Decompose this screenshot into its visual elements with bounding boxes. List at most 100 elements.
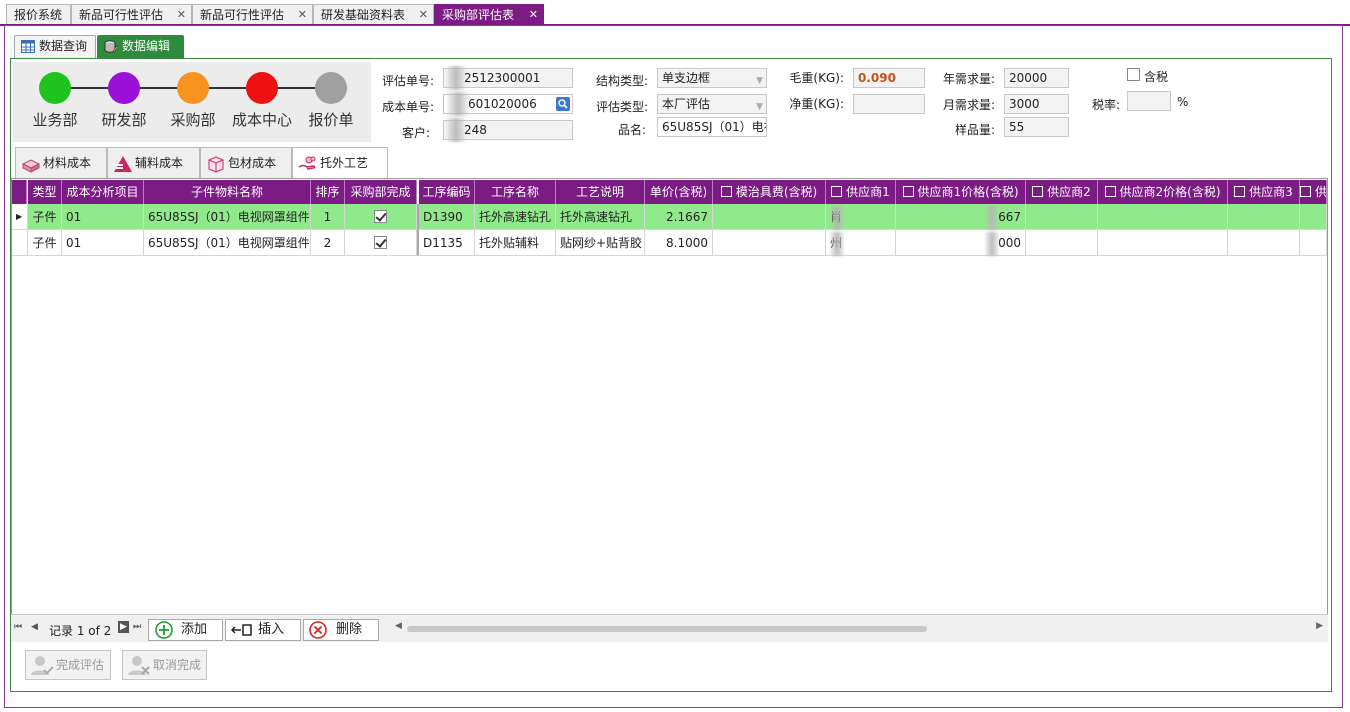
cell-proc-name[interactable]: 托外高速钻孔 bbox=[475, 204, 556, 230]
column-header[interactable]: 工序编码 bbox=[417, 180, 475, 204]
doc-tab-rd-basic-data[interactable]: 研发基础资料表 ✕ bbox=[313, 4, 434, 25]
next-record-icon[interactable]: ▶ bbox=[118, 621, 129, 633]
column-header-label: 类型 bbox=[32, 185, 57, 199]
column-header[interactable]: 类型 bbox=[28, 180, 62, 204]
cell-sup2-price[interactable] bbox=[1098, 204, 1228, 230]
purchase-done-checkbox[interactable] bbox=[374, 236, 387, 249]
cell-sup1-price[interactable]: 667 bbox=[896, 204, 1026, 230]
scroll-thumb[interactable] bbox=[407, 626, 927, 632]
cancel-complete-button[interactable]: 取消完成 bbox=[122, 650, 207, 680]
step-label-cost-center: 成本中心 bbox=[231, 111, 292, 129]
cell-sup3[interactable] bbox=[1228, 204, 1300, 230]
column-header[interactable]: 供应商1价格(含税) bbox=[896, 180, 1026, 204]
delete-button[interactable]: 删除 bbox=[303, 619, 379, 641]
insert-label: 插入 bbox=[258, 622, 285, 637]
column-header[interactable]: 模治具费(含税) bbox=[713, 180, 826, 204]
column-header[interactable]: 工序名称 bbox=[475, 180, 556, 204]
cost-no-label: 成本单号: bbox=[381, 100, 434, 114]
workflow-progress: 业务部 研发部 采购部 成本中心 报价单 bbox=[13, 62, 371, 142]
column-header[interactable]: 供应商3 bbox=[1228, 180, 1300, 204]
product-name-field[interactable]: 65U85SJ（01）电视 bbox=[657, 117, 767, 137]
cell-seq[interactable]: 1 bbox=[311, 204, 345, 230]
insert-button[interactable]: 插入 bbox=[225, 619, 301, 641]
cell-item[interactable]: 01 bbox=[62, 204, 144, 230]
cell-sup1-price[interactable]: 000 bbox=[896, 230, 1026, 256]
cell-type[interactable]: 子件 bbox=[28, 204, 62, 230]
cell-mold-fee[interactable] bbox=[713, 230, 826, 256]
scroll-right-icon[interactable]: ▶ bbox=[1316, 621, 1323, 631]
tab-auxiliary-cost[interactable]: 辅料成本 bbox=[107, 147, 200, 179]
doc-tab-quote-system[interactable]: 报价系统 bbox=[6, 4, 71, 25]
scroll-left-icon[interactable]: ◀ bbox=[395, 621, 402, 631]
column-header[interactable]: 工艺说明 bbox=[556, 180, 645, 204]
redaction-blur bbox=[830, 206, 844, 230]
cell-sup2[interactable] bbox=[1026, 204, 1098, 230]
doc-tab-new-product-eval-1[interactable]: 新品可行性评估 ✕ bbox=[71, 4, 192, 25]
cell-proc-name[interactable]: 托外贴辅料 bbox=[475, 230, 556, 256]
column-header[interactable]: 排序 bbox=[311, 180, 345, 204]
row-indicator[interactable] bbox=[12, 230, 28, 256]
doc-tab-label: 采购部评估表 bbox=[442, 8, 515, 22]
structure-type-select[interactable]: 单支边框 ▼ bbox=[657, 68, 767, 88]
last-record-icon[interactable]: ⏭ bbox=[133, 622, 141, 632]
doc-tab-purchasing-eval[interactable]: 采购部评估表 ✕ bbox=[434, 4, 544, 25]
cell-sup2[interactable] bbox=[1026, 230, 1098, 256]
cell-sup3-price[interactable] bbox=[1300, 204, 1327, 230]
cell-price[interactable]: 2.1667 bbox=[645, 204, 713, 230]
cell-seq[interactable]: 2 bbox=[311, 230, 345, 256]
cell-proc-code[interactable]: D1390 bbox=[417, 204, 475, 230]
cell-done[interactable] bbox=[345, 230, 417, 256]
close-icon[interactable]: ✕ bbox=[177, 5, 186, 25]
tab-material-cost[interactable]: 材料成本 bbox=[15, 147, 107, 179]
horizontal-scrollbar[interactable]: ◀ ▶ bbox=[395, 621, 1323, 635]
column-header[interactable]: 供应商2 bbox=[1026, 180, 1098, 204]
column-header[interactable]: 供应商1 bbox=[826, 180, 896, 204]
close-icon[interactable]: ✕ bbox=[529, 5, 538, 25]
user-cancel-icon bbox=[128, 656, 150, 675]
gross-weight-field[interactable]: 0.090 bbox=[853, 68, 925, 88]
tax-rate-field[interactable] bbox=[1127, 91, 1171, 111]
cell-item[interactable]: 01 bbox=[62, 230, 144, 256]
doc-tab-new-product-eval-2[interactable]: 新品可行性评估 ✕ bbox=[192, 4, 313, 25]
column-header[interactable]: 子件物料名称 bbox=[144, 180, 311, 204]
tab-packaging-cost[interactable]: 包材成本 bbox=[200, 147, 292, 179]
column-header[interactable]: 供应商2价格(含税) bbox=[1098, 180, 1228, 204]
cell-proc-code[interactable]: D1135 bbox=[417, 230, 475, 256]
cell-material[interactable]: 65U85SJ（01）电视网罩组件 bbox=[144, 230, 311, 256]
tab-data-edit[interactable]: 数据编辑 bbox=[97, 35, 184, 58]
complete-eval-button[interactable]: 完成评估 bbox=[25, 650, 111, 680]
step-label-sales: 业务部 bbox=[32, 111, 78, 129]
cell-proc-desc[interactable]: 贴网纱+贴背胶 bbox=[556, 230, 645, 256]
row-indicator[interactable]: ▶ bbox=[12, 204, 28, 230]
column-header[interactable]: 单价(含税) bbox=[645, 180, 713, 204]
cell-material[interactable]: 65U85SJ（01）电视网罩组件 bbox=[144, 204, 311, 230]
cell-price[interactable]: 8.1000 bbox=[645, 230, 713, 256]
cell-type[interactable]: 子件 bbox=[28, 230, 62, 256]
column-header[interactable]: 供应商3价格(含税) bbox=[1300, 180, 1327, 204]
tab-data-query[interactable]: 数据查询 bbox=[14, 35, 96, 58]
sample-qty-field[interactable]: 55 bbox=[1004, 117, 1069, 137]
close-icon[interactable]: ✕ bbox=[298, 5, 307, 25]
cell-done[interactable] bbox=[345, 204, 417, 230]
cell-sup3-price[interactable] bbox=[1300, 230, 1327, 256]
column-header[interactable]: 采购部完成 bbox=[345, 180, 417, 204]
cell-proc-desc[interactable]: 托外高速钻孔 bbox=[556, 204, 645, 230]
cell-sup3[interactable] bbox=[1228, 230, 1300, 256]
column-header[interactable]: 成本分析项目 bbox=[62, 180, 144, 204]
tab-outsourced-process[interactable]: 托外工艺 bbox=[292, 147, 388, 180]
first-record-icon[interactable]: ⏮ bbox=[14, 622, 22, 632]
close-icon[interactable]: ✕ bbox=[419, 5, 428, 25]
eval-type-value: 本厂评估 bbox=[662, 97, 711, 111]
purchase-done-checkbox[interactable] bbox=[374, 210, 387, 223]
eval-type-select[interactable]: 本厂评估 ▼ bbox=[657, 94, 767, 114]
tax-included-checkbox[interactable] bbox=[1127, 68, 1140, 81]
delete-label: 删除 bbox=[336, 622, 363, 637]
search-icon[interactable] bbox=[556, 97, 570, 111]
prev-record-icon[interactable]: ◀ bbox=[31, 622, 38, 632]
cell-mold-fee[interactable] bbox=[713, 204, 826, 230]
add-button[interactable]: 添加 bbox=[148, 619, 223, 641]
cell-sup2-price[interactable] bbox=[1098, 230, 1228, 256]
monthly-demand-field[interactable]: 3000 bbox=[1004, 94, 1069, 114]
annual-demand-field[interactable]: 20000 bbox=[1004, 68, 1069, 88]
net-weight-field[interactable] bbox=[853, 94, 925, 114]
